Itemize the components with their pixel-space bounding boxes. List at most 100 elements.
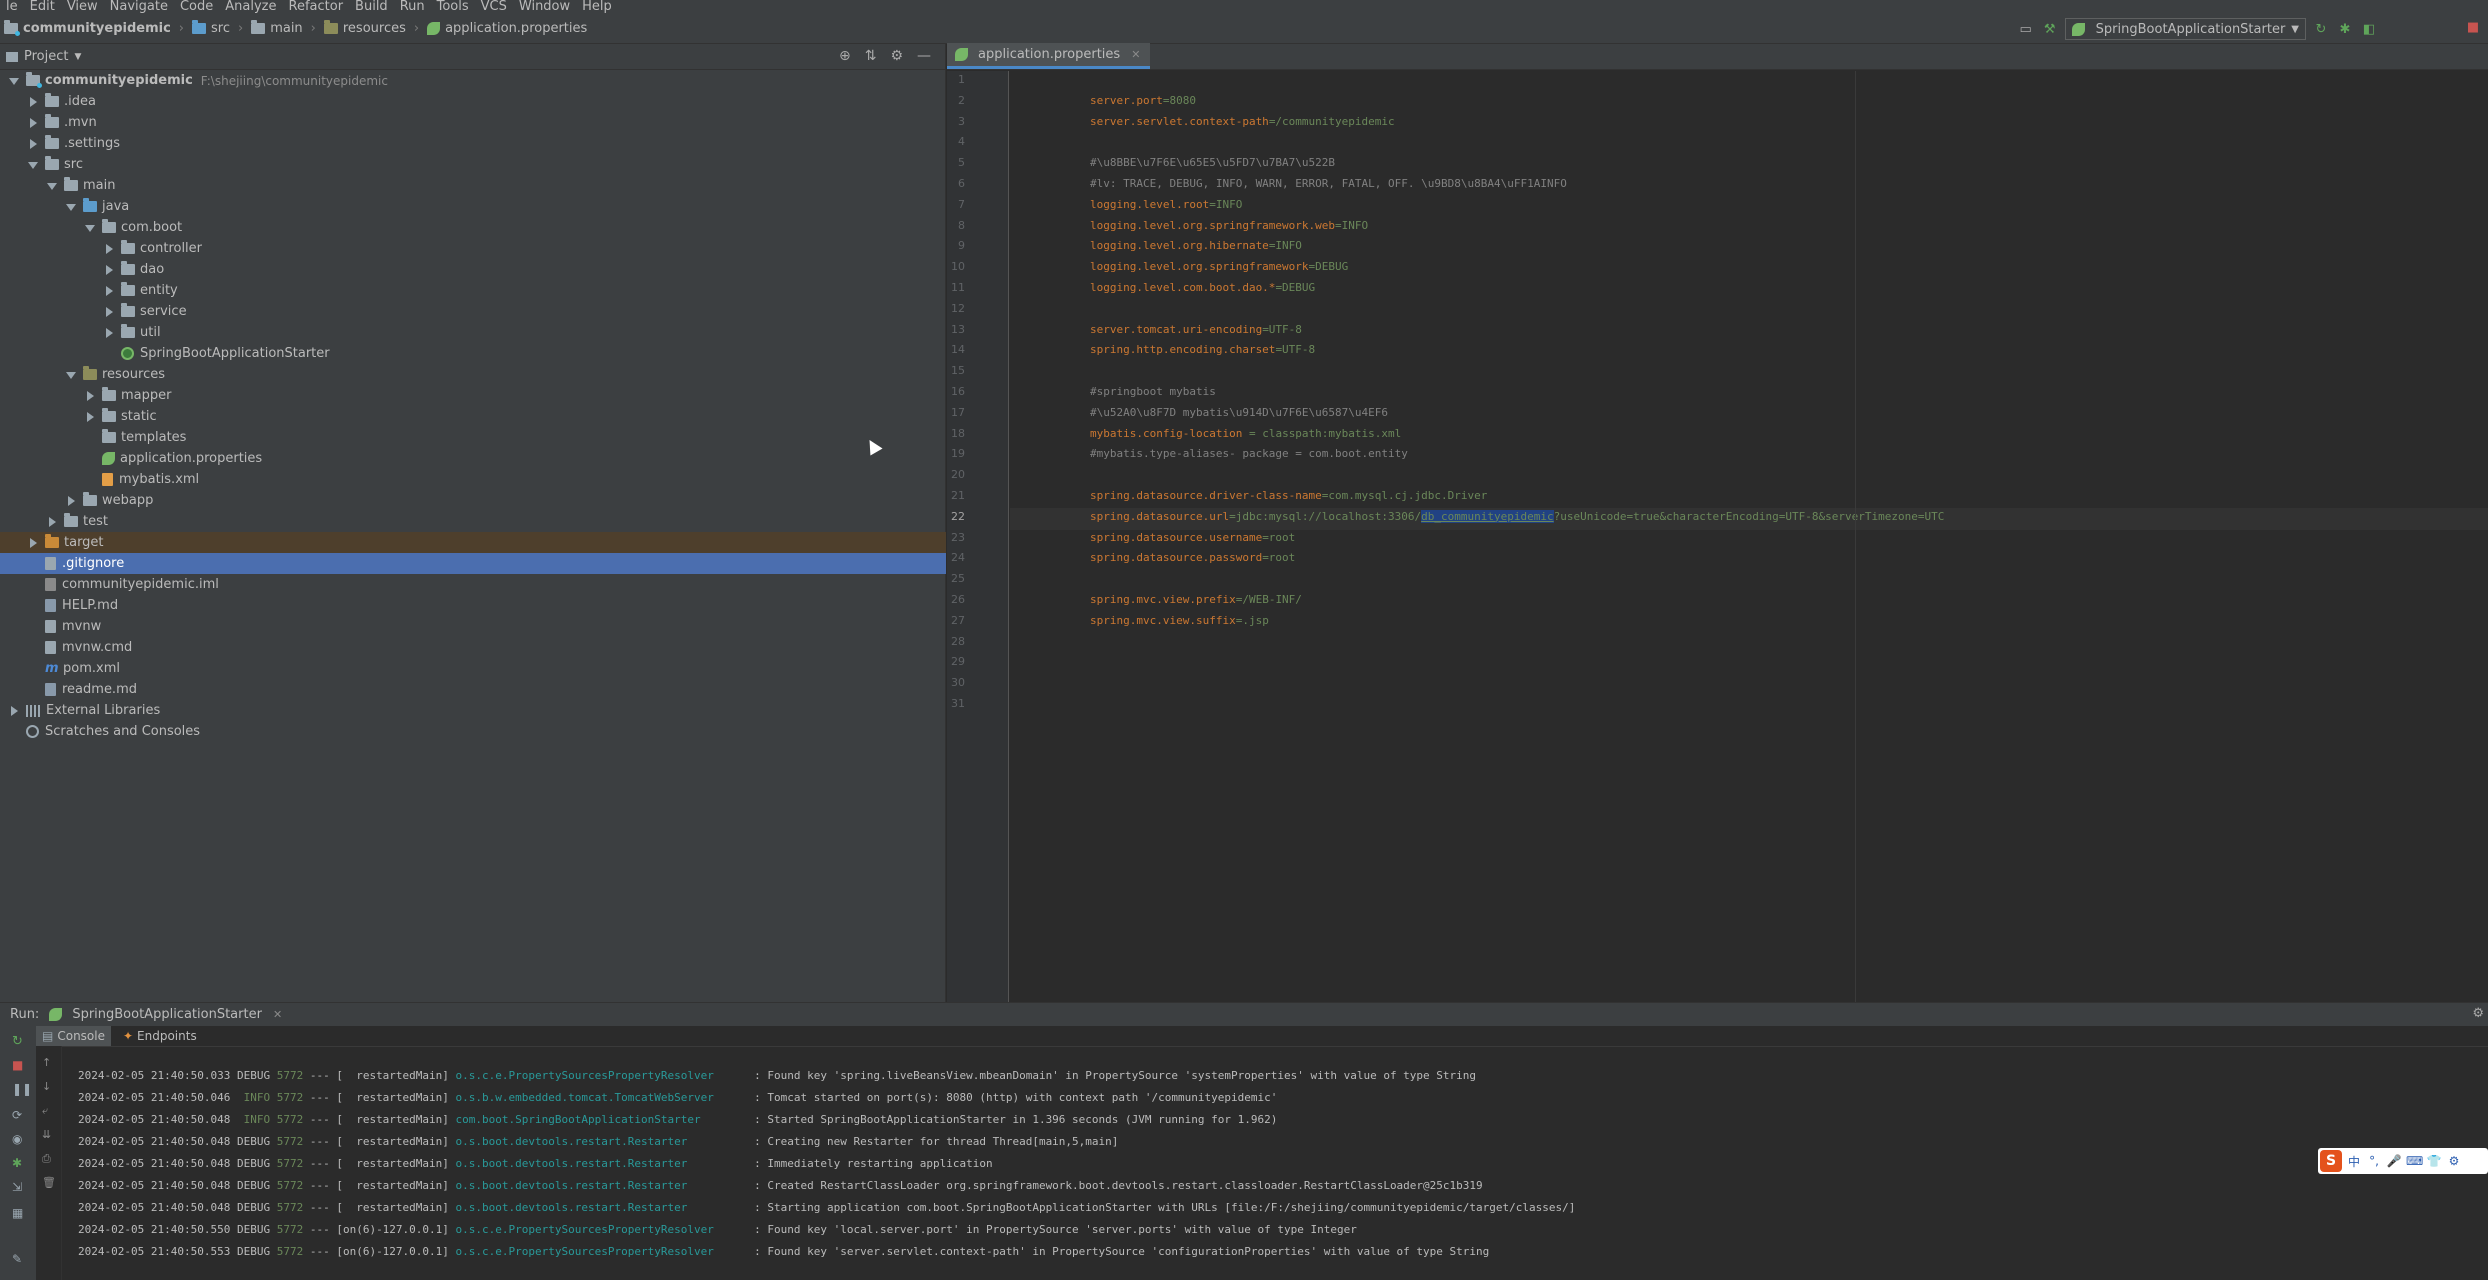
menu-item[interactable]: le xyxy=(0,0,24,14)
tree-item[interactable]: communityepidemic.iml xyxy=(0,574,946,595)
debug-icon[interactable]: ✱ xyxy=(2336,20,2354,38)
chevron-down-icon[interactable] xyxy=(65,369,77,381)
tree-item[interactable]: mvnw.cmd xyxy=(0,637,946,658)
restore-icon[interactable]: ⟳ xyxy=(12,1108,26,1122)
tree-item[interactable]: webapp xyxy=(0,490,946,511)
menu-item[interactable]: Help xyxy=(576,0,618,14)
punctuation-icon[interactable]: °, xyxy=(2366,1154,2382,1168)
menu-item[interactable]: Build xyxy=(349,0,394,14)
breadcrumb-item[interactable]: communityepidemic › xyxy=(2,14,190,44)
tab-run-configuration[interactable]: SpringBootApplicationStarter ✕ xyxy=(49,1007,282,1022)
chevron-down-icon[interactable] xyxy=(8,75,20,87)
tree-item[interactable]: templates xyxy=(0,427,946,448)
menu-item[interactable]: Analyze xyxy=(219,0,282,14)
chevron-right-icon[interactable] xyxy=(84,390,96,402)
chevron-down-icon[interactable] xyxy=(46,180,58,192)
chevron-down-icon[interactable] xyxy=(65,201,77,213)
tree-item[interactable]: communityepidemic F:\shejiing\communityep… xyxy=(0,70,946,91)
pin-icon[interactable]: ✎ xyxy=(12,1252,26,1266)
tree-item[interactable]: .settings xyxy=(0,133,946,154)
chevron-right-icon[interactable] xyxy=(65,495,77,507)
tree-item[interactable]: m pom.xml xyxy=(0,658,946,679)
tree-item[interactable]: HELP.md xyxy=(0,595,946,616)
chevron-right-icon[interactable] xyxy=(103,327,115,339)
scroll-to-end-icon[interactable]: ⇊ xyxy=(42,1128,56,1142)
rerun-icon[interactable]: ↻ xyxy=(12,1034,26,1049)
breadcrumb-item[interactable]: application.properties xyxy=(425,14,593,44)
ime-toolbar[interactable]: S 中 °, 🎤 ⌨ 👕 ⚙ xyxy=(2318,1148,2488,1174)
chevron-right-icon[interactable] xyxy=(103,264,115,276)
collapse-all-icon[interactable]: ⇅ xyxy=(865,48,877,64)
soft-wrap-icon[interactable]: ⤶ xyxy=(42,1104,56,1118)
pause-icon[interactable]: ❚❚ xyxy=(12,1082,32,1096)
close-icon[interactable]: ✕ xyxy=(273,1008,282,1021)
project-view-select[interactable]: Project ▼ xyxy=(6,49,81,64)
chevron-right-icon[interactable] xyxy=(27,117,39,129)
breadcrumb-item[interactable]: src › xyxy=(190,14,249,44)
menu-item[interactable]: Tools xyxy=(431,0,475,14)
breadcrumb-item[interactable]: main › xyxy=(249,14,322,44)
chevron-right-icon[interactable] xyxy=(103,243,115,255)
print-icon[interactable]: ⎙ xyxy=(42,1152,56,1166)
code-editor[interactable]: server.port=8080 server.servlet.context-p… xyxy=(1010,71,2488,1002)
tree-item[interactable]: .gitignore xyxy=(0,553,946,574)
stop-icon[interactable]: ■ xyxy=(12,1058,26,1072)
chevron-right-icon[interactable] xyxy=(27,138,39,150)
chevron-down-icon[interactable] xyxy=(27,159,39,171)
menu-item[interactable]: VCS xyxy=(475,0,513,14)
tree-item[interactable]: mybatis.xml xyxy=(0,469,946,490)
chevron-right-icon[interactable] xyxy=(103,306,115,318)
minimize-icon[interactable]: — xyxy=(917,48,931,64)
build-hammer-icon[interactable]: ⚒ xyxy=(2041,20,2059,38)
close-icon[interactable]: ✕ xyxy=(1131,48,1140,61)
tree-item[interactable]: entity xyxy=(0,280,946,301)
tree-item[interactable]: java xyxy=(0,196,946,217)
tab-application-properties[interactable]: application.properties ✕ xyxy=(947,43,1151,69)
layout-icon[interactable]: ▦ xyxy=(12,1206,26,1220)
chevron-right-icon[interactable] xyxy=(84,411,96,423)
tree-item[interactable]: test xyxy=(0,511,946,532)
chevron-right-icon[interactable] xyxy=(27,537,39,549)
export-icon[interactable]: ⇲ xyxy=(12,1180,26,1194)
gear-icon[interactable]: ⚙ xyxy=(890,48,903,64)
menu-item[interactable]: Run xyxy=(394,0,431,14)
locate-icon[interactable]: ⊕ xyxy=(839,48,851,64)
tree-item[interactable]: target xyxy=(0,532,946,553)
menu-item[interactable]: Code xyxy=(174,0,219,14)
layout-icon[interactable]: ▭ xyxy=(2017,20,2035,38)
tree-item[interactable]: static xyxy=(0,406,946,427)
arrow-down-icon[interactable]: ↓ xyxy=(42,1080,56,1094)
tree-item[interactable]: readme.md xyxy=(0,679,946,700)
chevron-right-icon[interactable] xyxy=(27,96,39,108)
debug-icon[interactable]: ✱ xyxy=(12,1156,26,1170)
tab-console[interactable]: ▤ Console xyxy=(36,1026,111,1046)
menu-item[interactable]: View xyxy=(61,0,104,14)
tree-item[interactable]: main xyxy=(0,175,946,196)
tree-item[interactable]: .idea xyxy=(0,91,946,112)
tree-item[interactable]: com.boot xyxy=(0,217,946,238)
settings-icon[interactable]: ⚙ xyxy=(2446,1154,2462,1168)
gear-icon[interactable]: ⚙ xyxy=(2472,1006,2484,1021)
chevron-right-icon[interactable] xyxy=(46,516,58,528)
tree-item[interactable]: application.properties xyxy=(0,448,946,469)
tree-item[interactable]: .mvn xyxy=(0,112,946,133)
chevron-right-icon[interactable] xyxy=(8,705,20,717)
camera-icon[interactable]: ◉ xyxy=(12,1132,26,1146)
tree-item[interactable]: dao xyxy=(0,259,946,280)
arrow-up-icon[interactable]: ↑ xyxy=(42,1056,56,1070)
menu-item[interactable]: Edit xyxy=(24,0,61,14)
tree-item[interactable]: mvnw xyxy=(0,616,946,637)
tree-item[interactable]: resources xyxy=(0,364,946,385)
tree-item[interactable]: controller xyxy=(0,238,946,259)
tree-item[interactable]: External Libraries xyxy=(0,700,946,721)
tree-item[interactable]: util xyxy=(0,322,946,343)
trash-icon[interactable]: 🗑 xyxy=(42,1176,56,1190)
console-output[interactable]: 2024-02-05 21:40:50.033 DEBUG 5772 --- [… xyxy=(62,1046,2488,1280)
run-configuration-select[interactable]: SpringBootApplicationStarter ▼ xyxy=(2064,18,2306,40)
chevron-down-icon[interactable] xyxy=(84,222,96,234)
microphone-icon[interactable]: 🎤 xyxy=(2386,1154,2402,1168)
coverage-icon[interactable]: ◧ xyxy=(2360,20,2378,38)
tree-item[interactable]: mapper xyxy=(0,385,946,406)
tree-item[interactable]: service xyxy=(0,301,946,322)
keyboard-icon[interactable]: ⌨ xyxy=(2406,1154,2423,1168)
